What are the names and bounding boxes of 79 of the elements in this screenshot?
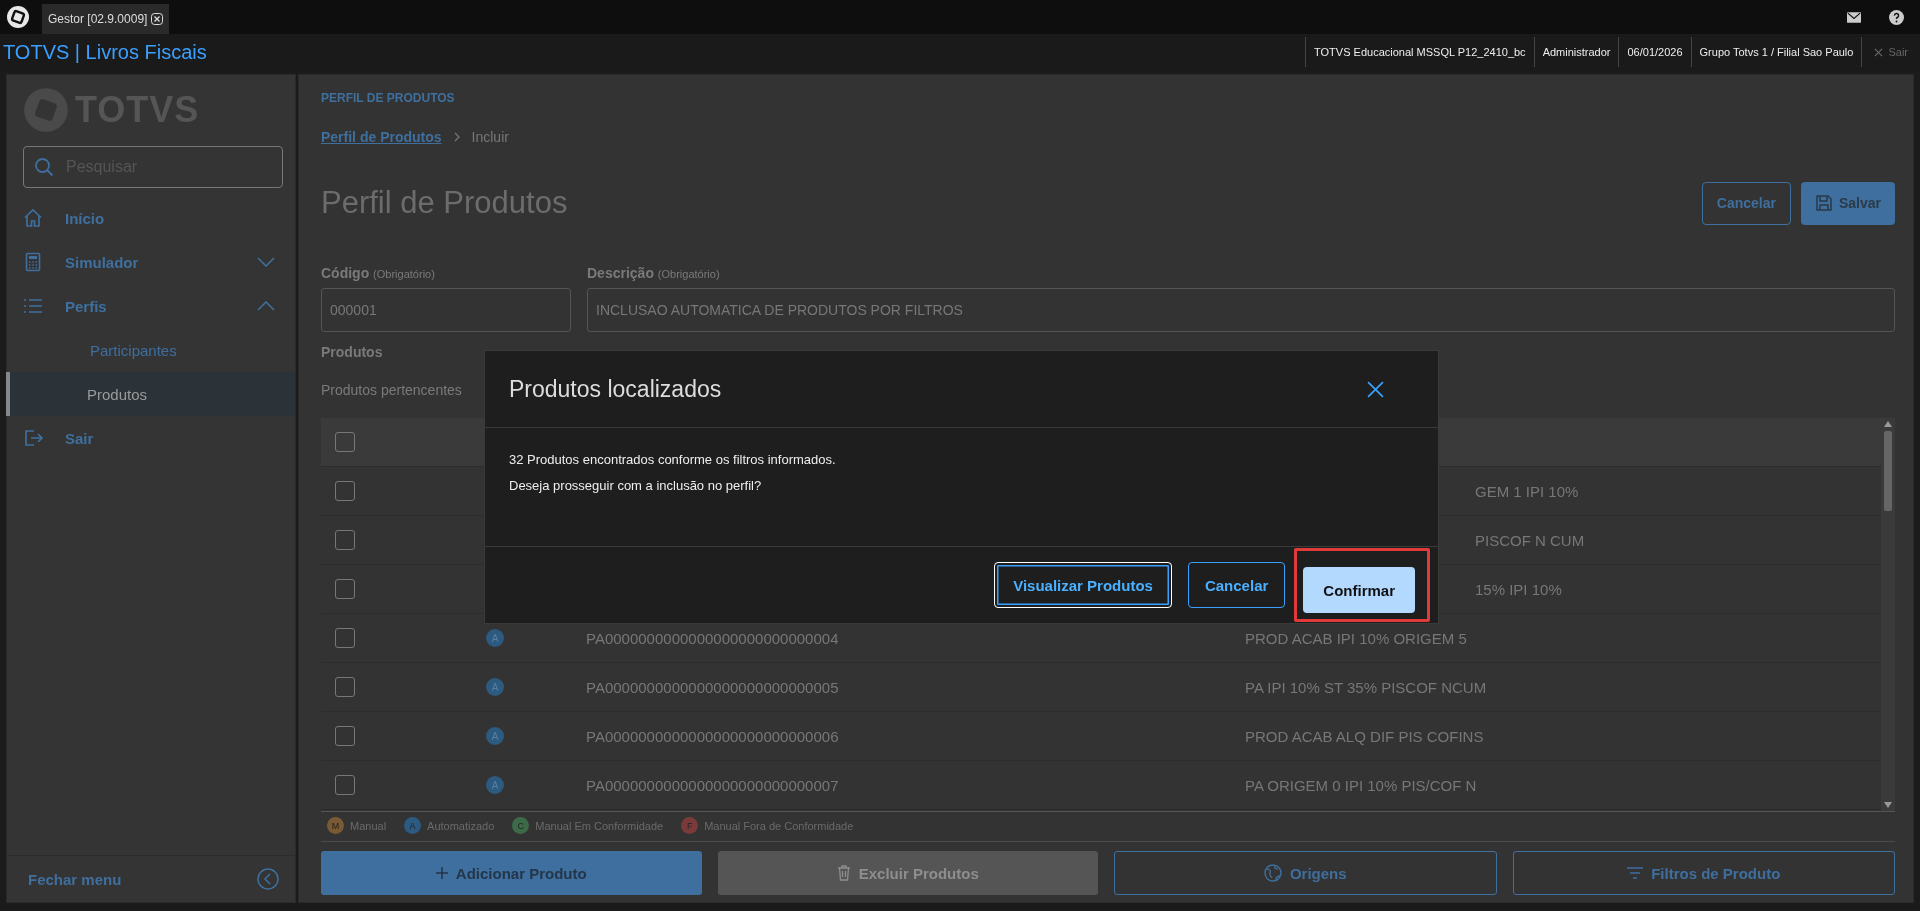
dialog-message: Deseja prosseguir com a inclusão no perfil? bbox=[509, 478, 763, 493]
table-cell-text: PA0000000000000000000000000005 bbox=[586, 678, 840, 696]
menu-item[interactable]: Simulador bbox=[7, 240, 295, 284]
cancel-button[interactable]: Cancelar bbox=[1701, 181, 1791, 225]
dialog-button[interactable]: Visualizar Produtos bbox=[994, 562, 1172, 608]
table-cell-text: PA0000000000000000000000000007 bbox=[586, 776, 840, 794]
text-field[interactable]: INCLUSAO AUTOMATICA DE PRODUTOS POR FILTROS bbox=[587, 288, 1895, 332]
menu-item[interactable]: Sair bbox=[7, 416, 295, 460]
table-cell: 15% IPI 10% bbox=[1475, 580, 1562, 598]
table-cell: PROD ACAB ALQ DIF PIS COFINS bbox=[1245, 727, 1484, 745]
field-label: Descrição (Obrigatório) bbox=[587, 265, 721, 281]
breadcrumb-link[interactable]: Perfil de Produtos bbox=[321, 129, 442, 145]
breadcrumb-current: Incluir bbox=[471, 129, 509, 145]
close-icon[interactable] bbox=[1367, 380, 1384, 398]
scroll-down-icon[interactable] bbox=[1884, 802, 1892, 808]
action-button[interactable]: Filtros de Produto bbox=[1512, 851, 1895, 895]
scroll-thumb[interactable] bbox=[1884, 431, 1892, 511]
mail-icon[interactable] bbox=[1847, 11, 1861, 23]
calculator-icon bbox=[23, 252, 43, 272]
dialog-button[interactable]: Confirmar bbox=[1303, 567, 1415, 613]
dialog-message: 32 Produtos encontrados conforme os filtros informados. bbox=[509, 452, 837, 467]
tab-label: Gestor [02.9.0009] bbox=[48, 12, 148, 26]
menu-item[interactable]: Perfis bbox=[7, 284, 295, 328]
chevron-left-circle-icon[interactable] bbox=[257, 868, 279, 890]
legend-badge: M bbox=[327, 817, 344, 834]
legend-badge: C bbox=[512, 817, 530, 834]
submenu-item[interactable]: Participantes bbox=[6, 328, 295, 372]
checkbox[interactable] bbox=[335, 726, 355, 746]
legend-badge: A bbox=[404, 817, 422, 834]
trash-icon bbox=[836, 865, 851, 881]
scroll-up-icon[interactable] bbox=[1884, 421, 1892, 427]
checkbox[interactable] bbox=[335, 432, 355, 452]
legend-badge: F bbox=[681, 817, 699, 834]
table-cell: PROD ACAB IPI 10% ORIGEM 5 bbox=[1245, 629, 1467, 647]
action-button[interactable]: Adicionar Produto bbox=[321, 851, 702, 895]
page-title: Perfil de Produtos bbox=[321, 185, 568, 221]
session-info: TOTVS Educacional MSSQL P12_2410_bc bbox=[1305, 37, 1534, 67]
table-cell: PISCOF N CUM bbox=[1475, 531, 1585, 549]
session-info: 06/01/2026 bbox=[1618, 37, 1691, 67]
session-info: Grupo Totvs 1 / Filial Sao Paulo bbox=[1690, 37, 1862, 67]
save-button[interactable]: Salvar bbox=[1800, 181, 1895, 225]
home-icon bbox=[23, 208, 43, 228]
chevron-right-icon bbox=[453, 132, 460, 142]
field-label: Código (Obrigatório) bbox=[321, 265, 436, 281]
plus-icon bbox=[435, 867, 448, 879]
table-cell: PA IPI 10% ST 35% PISCOF NCUM bbox=[1245, 678, 1487, 696]
globe-icon bbox=[1263, 864, 1282, 882]
checkbox[interactable] bbox=[335, 775, 355, 795]
dialog-title: Produtos localizados bbox=[509, 375, 722, 403]
checkbox[interactable] bbox=[335, 530, 355, 550]
app-tab[interactable]: Gestor [02.9.0009] bbox=[42, 4, 170, 34]
logout-icon bbox=[23, 428, 43, 448]
section-label: PERFIL DE PRODUTOS bbox=[321, 91, 456, 105]
checkbox[interactable] bbox=[335, 677, 355, 697]
close-icon bbox=[1874, 47, 1884, 57]
dialog-button[interactable]: Cancelar bbox=[1187, 562, 1286, 608]
checkbox[interactable] bbox=[335, 579, 355, 599]
table-cell-text: PA0000000000000000000000000006 bbox=[586, 727, 840, 745]
checkbox[interactable] bbox=[335, 628, 355, 648]
list-icon bbox=[23, 296, 43, 316]
menu-item[interactable]: Início bbox=[7, 196, 295, 240]
session-info: Administrador bbox=[1533, 37, 1619, 67]
filter-icon bbox=[1627, 867, 1644, 879]
app-logo-icon bbox=[6, 5, 30, 29]
table-cell: PA ORIGEM 0 IPI 10% PIS/COF N bbox=[1245, 776, 1477, 794]
text-field[interactable]: 000001 bbox=[321, 288, 571, 332]
scrollbar[interactable] bbox=[1881, 418, 1895, 811]
section-heading: Produtos bbox=[321, 344, 383, 360]
table-cell-text: PA0000000000000000000000000004 bbox=[586, 629, 840, 647]
help-icon[interactable] bbox=[1889, 9, 1904, 25]
collapse-menu-link[interactable]: Fechar menu bbox=[28, 870, 122, 888]
section-note: Produtos pertencentes bbox=[321, 382, 462, 398]
table-cell: GEM 1 IPI 10% bbox=[1475, 482, 1579, 500]
app-title: TOTVS | Livros Fiscais bbox=[2, 40, 207, 64]
submenu-item[interactable]: Produtos bbox=[6, 372, 295, 416]
save-icon bbox=[1814, 194, 1833, 212]
action-button[interactable]: Origens bbox=[1114, 851, 1497, 895]
search-icon bbox=[34, 157, 54, 177]
checkbox[interactable] bbox=[335, 481, 355, 501]
